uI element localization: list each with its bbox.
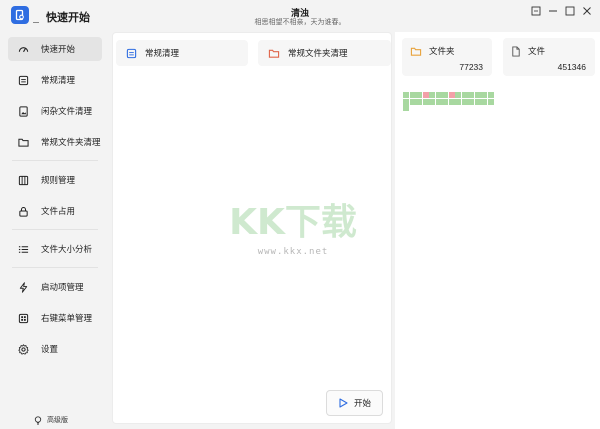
sidebar-item-size-analysis[interactable]: 文件大小分析 (8, 237, 102, 261)
stat-card-folders: 文件夹 77233 (402, 38, 492, 76)
watermark-url: www.kkx.net (257, 247, 329, 257)
sidebar-item-label: 设置 (41, 344, 59, 354)
folder-icon (18, 138, 29, 147)
clean-icon (126, 48, 137, 58)
stats-panel: 文件夹 77233 文件 451346 (395, 32, 600, 429)
sidebar-item-rules[interactable]: 规则管理 (8, 168, 102, 192)
folder-icon (268, 49, 280, 58)
scan-block (455, 98, 461, 105)
scan-block (461, 92, 468, 98)
bulb-icon (34, 415, 42, 425)
scan-block (442, 98, 448, 105)
rule-card-label: 常规清理 (145, 48, 180, 58)
edition-label: 高级版 (47, 417, 68, 424)
main-panel: 常规清理 常规文件夹清理 KK下载 www.kkx.net 开始 (112, 32, 392, 424)
stat-label: 文件夹 (429, 46, 455, 56)
sidebar-item-label: 启动项管理 (41, 282, 84, 292)
sidebar-item-label: 闲杂文件清理 (41, 106, 93, 116)
scan-block (429, 98, 435, 105)
stat-label: 文件 (528, 46, 546, 56)
scan-block (403, 105, 409, 111)
scan-block (481, 92, 487, 98)
scan-block (403, 98, 409, 105)
sidebar-item-label: 右键菜单管理 (41, 313, 93, 323)
scan-block (474, 98, 481, 105)
scan-block (422, 98, 429, 105)
scan-block (468, 92, 474, 98)
sidebar-divider (12, 267, 98, 268)
gauge-icon (18, 46, 29, 52)
sidebar-divider (12, 160, 98, 161)
menu-grid-icon (18, 313, 29, 323)
window-subtitle: 相思相望不相亲，天为谁春。 (254, 19, 346, 26)
sidebar-item-folder-clean[interactable]: 常规文件夹清理 (8, 130, 102, 154)
sidebar-item-settings[interactable]: 设置 (8, 337, 102, 361)
scan-block (481, 98, 487, 105)
stat-value: 451346 (557, 62, 586, 72)
scan-block (468, 98, 474, 105)
sidebar-item-label: 规则管理 (41, 175, 76, 185)
sidebar-divider (12, 229, 98, 230)
scan-block (422, 92, 429, 98)
minimize-icon[interactable] (548, 6, 558, 16)
sidebar-item-regular-clean[interactable]: 常规清理 (8, 68, 102, 92)
watermark: KK下载 www.kkx.net (228, 193, 358, 257)
rules-icon (18, 175, 29, 185)
gear-icon (18, 343, 29, 355)
scan-block (403, 92, 409, 98)
scan-block (416, 98, 422, 105)
sidebar-item-quick-start[interactable]: 快速开始 (8, 37, 102, 61)
folder-icon (410, 47, 422, 56)
scan-block (435, 92, 442, 98)
scan-block (416, 92, 422, 98)
rule-card-folder-clean[interactable]: 常规文件夹清理 (258, 40, 391, 66)
stat-card-files: 文件 451346 (503, 38, 595, 76)
play-icon (339, 398, 348, 408)
sidebar-item-file-lock[interactable]: 文件占用 (8, 199, 102, 223)
image-file-icon (19, 105, 28, 117)
sidebar-item-label: 文件占用 (41, 206, 76, 216)
sidebar-item-label: 常规文件夹清理 (41, 137, 101, 147)
window-controls (531, 6, 592, 16)
scan-block (409, 92, 416, 98)
scan-block (448, 98, 455, 105)
scan-block (429, 92, 435, 98)
scan-block (474, 92, 481, 98)
lock-icon (19, 206, 28, 217)
scan-block (487, 92, 494, 98)
scan-block (409, 98, 416, 105)
start-button[interactable]: 开始 (326, 390, 383, 416)
start-button-label: 开始 (353, 398, 371, 408)
edition-badge[interactable]: 高级版 (34, 415, 68, 425)
sidebar: 快速开始 常规清理 闲杂文件清理 常规文件夹清理 规则管理 文件占用 文件大小分… (0, 32, 108, 429)
sidebar-item-label: 快速开始 (41, 44, 76, 54)
rule-card-regular-clean[interactable]: 常规清理 (116, 40, 248, 66)
maximize-icon[interactable] (565, 6, 575, 16)
watermark-logo: KK下载 (229, 202, 357, 243)
sidebar-item-label: 常规清理 (41, 75, 76, 85)
clean-icon (18, 75, 29, 85)
lightning-icon (19, 281, 28, 293)
stat-value: 77233 (459, 62, 483, 72)
scan-block (435, 98, 442, 105)
sidebar-item-misc-file-clean[interactable]: 闲杂文件清理 (8, 99, 102, 123)
scan-block (461, 98, 468, 105)
rule-card-label: 常规文件夹清理 (288, 48, 348, 58)
scan-block (455, 92, 461, 98)
restore-icon[interactable] (531, 6, 541, 16)
scan-block (448, 92, 455, 98)
list-icon (18, 245, 29, 253)
file-icon (512, 45, 520, 57)
title-bar: 快速开始 清浊 相思相望不相亲，天为谁春。 (0, 0, 600, 32)
scan-block (487, 98, 494, 105)
close-icon[interactable] (582, 6, 592, 16)
sidebar-item-context-menu[interactable]: 右键菜单管理 (8, 306, 102, 330)
scan-block (442, 92, 448, 98)
sidebar-item-startup[interactable]: 启动项管理 (8, 275, 102, 299)
sidebar-item-label: 文件大小分析 (41, 244, 93, 254)
